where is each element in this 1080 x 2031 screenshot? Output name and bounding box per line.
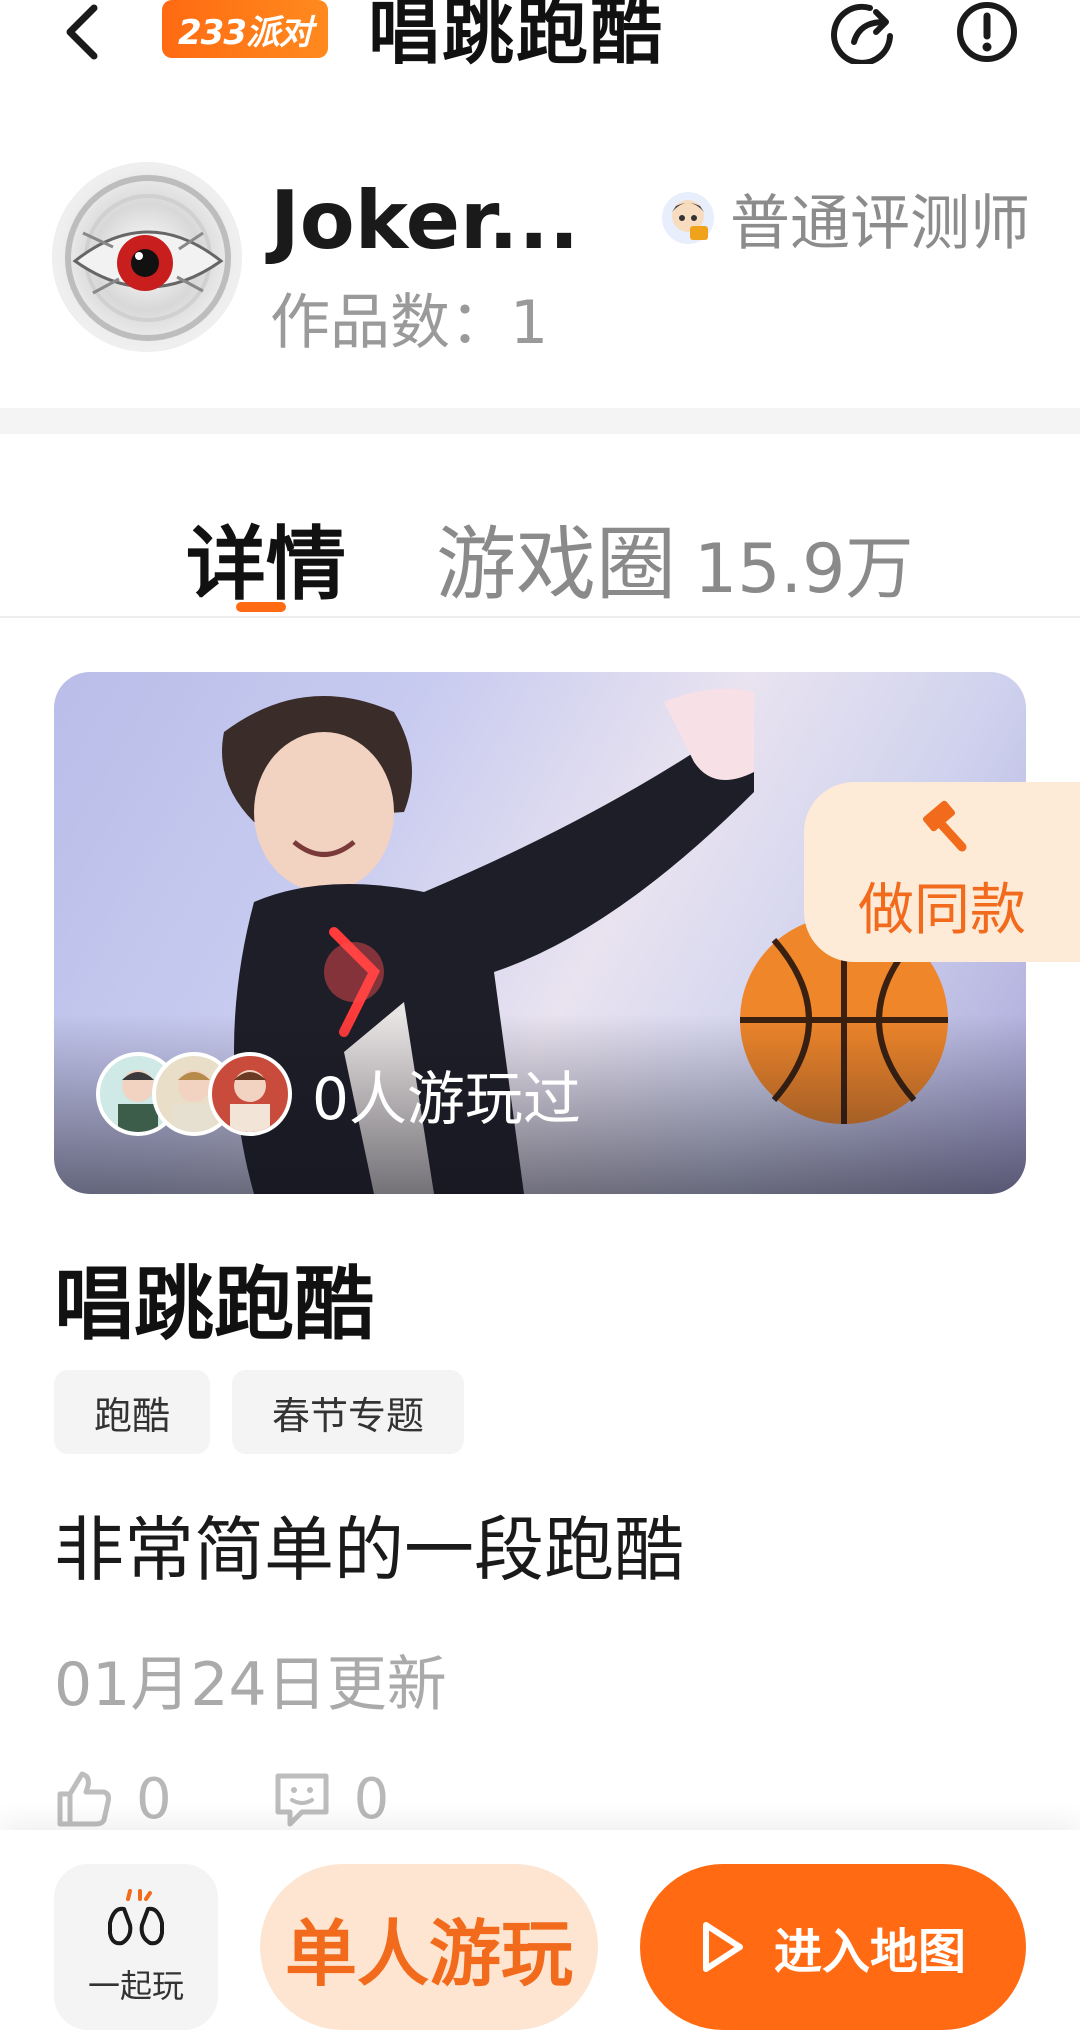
share-button[interactable] <box>826 0 900 66</box>
engagement-stats: 0 0 <box>54 1764 489 1834</box>
make-same-button[interactable]: 做同款 <box>804 782 1080 962</box>
tab-game-circle-count: 15.9万 <box>694 530 914 609</box>
comment-button[interactable]: 0 <box>272 1766 390 1832</box>
tag-chip[interactable]: 春节专题 <box>232 1370 465 1454</box>
share-icon <box>831 3 893 64</box>
chevron-left-icon <box>66 4 98 60</box>
brand-badge: 233派对 <box>162 0 328 58</box>
enter-map-button[interactable]: 进入地图 <box>640 1864 1026 2030</box>
play-together-button[interactable]: 一起玩 <box>54 1864 218 2030</box>
alert-circle-icon <box>957 2 1017 62</box>
player-avatar-icon <box>230 1070 270 1132</box>
reviewer-badge: 普通评测师 <box>660 180 1030 259</box>
page-title: 唱跳跑酷 <box>368 0 665 74</box>
make-same-label: 做同款 <box>858 877 1026 943</box>
tab-details[interactable]: 详情 <box>186 500 346 616</box>
player-avatar <box>208 1052 292 1136</box>
play-icon <box>702 1922 743 1972</box>
comment-icon <box>275 1773 329 1827</box>
author-avatar[interactable] <box>52 162 242 352</box>
played-users: 0人游玩过 <box>96 1052 581 1136</box>
section-divider <box>0 408 1080 434</box>
game-description: 非常简单的一段跑酷 <box>54 1509 684 1591</box>
back-button[interactable] <box>52 0 112 64</box>
tab-game-circle[interactable]: 游戏圈 15.9万 <box>436 500 913 616</box>
author-section: Joker... 作品数：1 普通评测师 <box>0 150 1080 370</box>
game-title: 唱跳跑酷 <box>54 1258 374 1351</box>
reviewer-label: 普通评测师 <box>730 188 1030 259</box>
comment-count: 0 <box>353 1766 390 1832</box>
play-together-label: 一起玩 <box>87 1967 184 2005</box>
author-name[interactable]: Joker... <box>270 174 579 267</box>
tag-chip[interactable]: 跑酷 <box>54 1370 211 1454</box>
reviewer-avatar-icon <box>662 192 714 244</box>
thumbs-up-icon <box>57 1771 111 1827</box>
solo-play-button[interactable]: 单人游玩 <box>260 1864 598 2030</box>
report-button[interactable] <box>950 0 1024 66</box>
bottom-action-bar: 一起玩 单人游玩 进入地图 <box>0 1830 1080 2031</box>
top-bar: 233派对 唱跳跑酷 <box>0 0 1080 76</box>
like-count: 0 <box>136 1766 172 1832</box>
tab-bar: 详情 游戏圈 15.9万 <box>0 434 1080 618</box>
like-button[interactable]: 0 <box>54 1767 172 1832</box>
active-tab-indicator <box>236 602 286 612</box>
works-count: 作品数：1 <box>270 288 549 358</box>
played-count-text: 0人游玩过 <box>312 1065 581 1133</box>
hammer-icon <box>922 800 967 851</box>
update-time: 01月24日更新 <box>54 1650 447 1720</box>
tab-game-circle-label: 游戏圈 <box>436 518 676 611</box>
eye-avatar-image <box>65 175 231 341</box>
clapping-hands-icon <box>108 1889 164 1946</box>
tag-list: 跑酷 春节专题 <box>54 1370 486 1454</box>
enter-map-label: 进入地图 <box>773 1924 966 1980</box>
